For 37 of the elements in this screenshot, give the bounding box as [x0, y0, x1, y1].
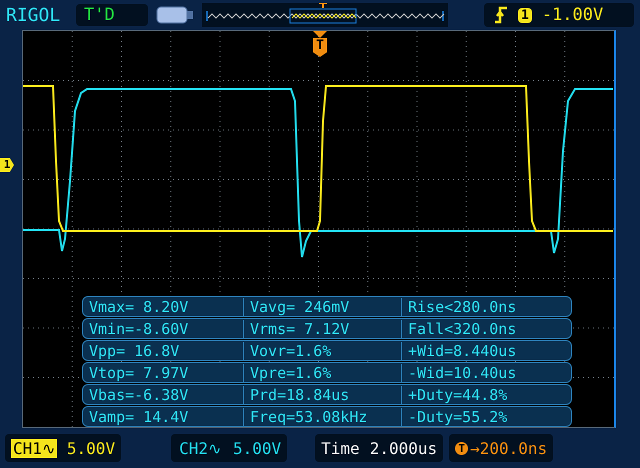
measurement-value: Vpre=1.6%	[243, 364, 401, 382]
measurement-value: Vpp= 16.8V	[88, 342, 180, 360]
channel-scale: 5.00V	[232, 438, 282, 458]
measurement-value: Vamp= 14.4V	[88, 408, 190, 426]
trigger-level: -1.00V	[542, 5, 604, 25]
timebase-value: 2.000us	[370, 438, 438, 458]
trigger-source: 1	[518, 8, 532, 22]
trigger-badge: T	[455, 442, 468, 454]
measurement-value: Fall<320.0ns	[401, 320, 571, 338]
channel-label: CH2∿	[178, 438, 222, 458]
measurement-value: Rise<280.0ns	[401, 298, 571, 316]
channel-scale: 5.00V	[66, 438, 116, 458]
channel-scale-panel[interactable]: CH2∿ 5.00V	[171, 434, 288, 462]
measurement-value: Vtop= 7.97V	[88, 364, 190, 382]
measurement-value: +Duty=44.8%	[401, 386, 571, 404]
trigger-offset-panel[interactable]: T →200.0ns	[449, 434, 554, 462]
channel-marker: 1	[0, 158, 14, 172]
rising-edge-icon	[494, 6, 508, 24]
measurement-value: Vmax= 8.20V	[88, 298, 190, 316]
timebase-label: Time	[321, 438, 360, 458]
measurement-value: Vmin=-8.60V	[88, 320, 190, 338]
measurement-value: Vovr=1.6%	[243, 342, 401, 360]
brand-logo: RIGOL	[6, 4, 62, 26]
measurement-value: -Wid=10.40us	[401, 364, 571, 382]
measurement-value: Vavg= 246mV	[243, 298, 401, 316]
trigger-offset-value: →200.0ns	[470, 438, 548, 458]
measurement-value: Vbas=-6.38V	[88, 386, 190, 404]
measurement-value: Freq=53.08kHz	[243, 408, 401, 426]
battery-icon	[156, 6, 194, 24]
measurement-value: Prd=18.84us	[243, 386, 401, 404]
measurement-value: +Wid=8.440us	[401, 342, 571, 360]
channel-scale-panel[interactable]: CH1∿ 5.00V	[5, 434, 122, 462]
measurement-value: Vrms= 7.12V	[243, 320, 401, 338]
channel-label: CH1∿	[11, 438, 57, 458]
measurement-value: -Duty=55.2%	[401, 408, 571, 426]
run-status: T'D	[76, 4, 148, 26]
timebase-panel[interactable]: Time 2.000us	[315, 434, 444, 462]
